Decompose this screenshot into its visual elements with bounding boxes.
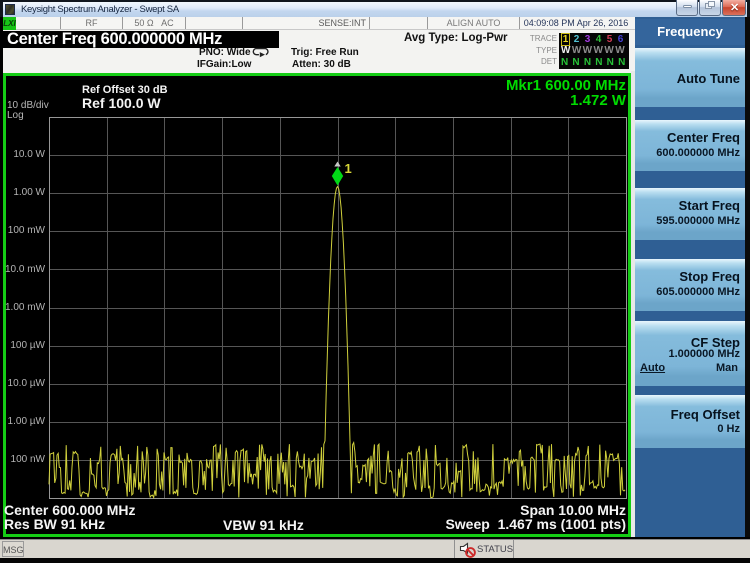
svg-text:1: 1 xyxy=(345,161,352,176)
